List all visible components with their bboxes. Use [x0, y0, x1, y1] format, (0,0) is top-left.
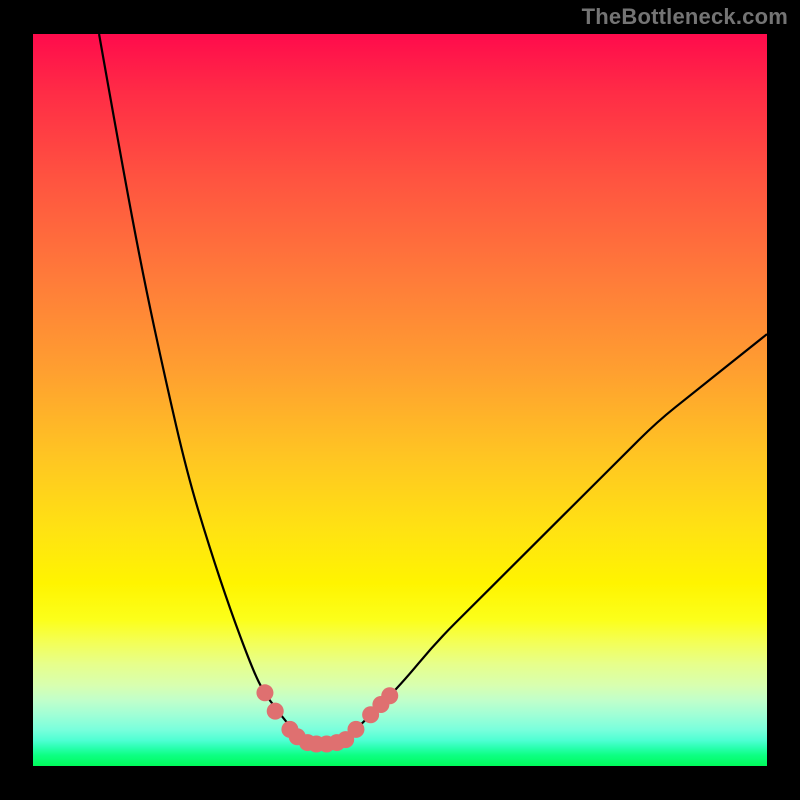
data-point-marker — [381, 687, 398, 704]
right-curve — [356, 334, 767, 729]
chart-frame: TheBottleneck.com — [0, 0, 800, 800]
chart-svg — [33, 34, 767, 766]
curve-markers — [256, 684, 398, 752]
left-curve — [99, 34, 297, 733]
data-point-marker — [267, 703, 284, 720]
data-point-marker — [256, 684, 273, 701]
data-point-marker — [347, 721, 364, 738]
watermark-text: TheBottleneck.com — [582, 4, 788, 30]
